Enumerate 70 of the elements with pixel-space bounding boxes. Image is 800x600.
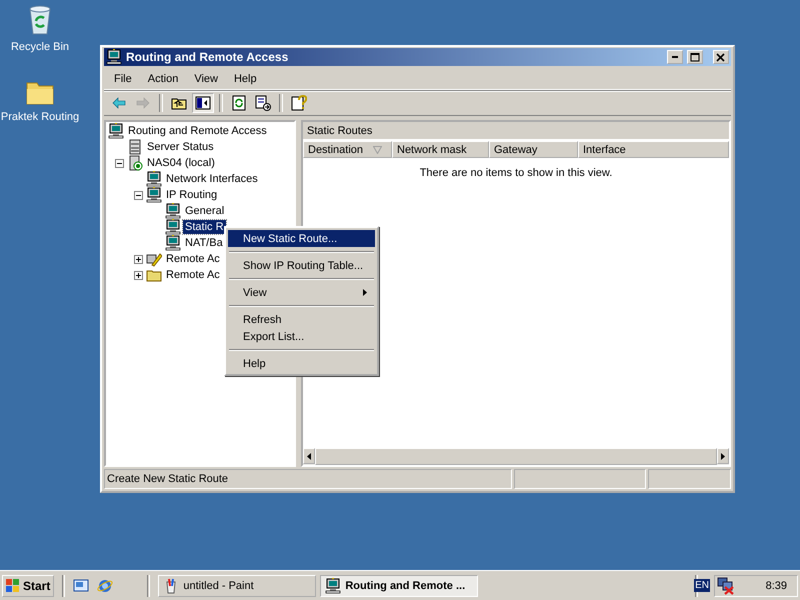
pane-title: Static Routes xyxy=(307,124,372,136)
menu-item[interactable]: Refresh xyxy=(228,311,375,328)
window-title: Routing and Remote Access xyxy=(126,50,290,64)
minimize-icon xyxy=(672,56,678,58)
tree-item[interactable]: NAT/Ba xyxy=(183,236,225,250)
menu-item[interactable]: View xyxy=(228,284,375,301)
computer-icon xyxy=(165,203,181,219)
computer-icon xyxy=(325,578,342,594)
scrollbar-thumb[interactable] xyxy=(314,448,718,465)
expander-icon[interactable] xyxy=(134,190,142,200)
computer-icon xyxy=(165,235,181,251)
desktop-icon-label[interactable]: Praktek Routing xyxy=(0,111,80,123)
computer-icon xyxy=(106,49,122,65)
desktop-icon-label[interactable]: Recycle Bin xyxy=(10,41,70,53)
clock[interactable]: 8:39 xyxy=(766,580,795,592)
computer-icon xyxy=(146,171,162,187)
show-desktop-icon[interactable] xyxy=(73,578,90,594)
computer-icon xyxy=(146,187,162,203)
network-error-icon[interactable] xyxy=(717,576,735,594)
right-arrow-icon xyxy=(721,452,726,460)
left-arrow-icon xyxy=(306,452,311,460)
tree-item[interactable]: Routing and Remote Access xyxy=(126,124,269,138)
tree-item[interactable]: NAS04 (local) xyxy=(145,156,217,170)
empty-message: There are no items to show in this view. xyxy=(420,167,612,179)
scroll-right-button[interactable] xyxy=(717,448,729,464)
help-icon[interactable] xyxy=(291,95,307,111)
submenu-arrow-icon xyxy=(363,289,367,296)
server-icon xyxy=(127,155,143,171)
expander-icon[interactable] xyxy=(134,254,142,264)
menu-item[interactable]: New Static Route... xyxy=(228,230,375,247)
column-header[interactable]: Destination xyxy=(303,141,392,158)
start-button[interactable]: Start xyxy=(2,574,54,596)
tree-item[interactable]: Network Interfaces xyxy=(164,172,260,186)
tree-item[interactable]: Server Status xyxy=(145,140,216,154)
menu-item[interactable]: File xyxy=(106,73,140,85)
menu-item[interactable]: Export List... xyxy=(228,328,375,345)
minimize-button[interactable] xyxy=(667,50,683,64)
scroll-left-button[interactable] xyxy=(303,448,315,464)
tree-item[interactable]: Remote Ac xyxy=(164,268,222,282)
close-button[interactable] xyxy=(713,50,729,64)
windows-flag-icon xyxy=(6,579,20,592)
tree-item[interactable]: General xyxy=(183,204,226,218)
column-header[interactable]: Gateway xyxy=(489,141,578,158)
expander-icon[interactable] xyxy=(134,270,142,280)
maximize-button[interactable] xyxy=(687,50,703,64)
status-text: Create New Static Route xyxy=(104,469,512,489)
computer-icon xyxy=(108,123,124,139)
column-header[interactable]: Interface xyxy=(578,141,729,158)
refresh-icon[interactable] xyxy=(231,95,247,111)
taskbar-button[interactable]: untitled - Paint xyxy=(158,574,316,596)
column-header[interactable]: Network mask xyxy=(392,141,489,158)
close-icon xyxy=(716,52,726,62)
taskbar-button[interactable]: Routing and Remote ... xyxy=(320,574,478,596)
language-indicator[interactable]: EN xyxy=(694,579,710,592)
tree-item[interactable]: Static R xyxy=(183,220,226,234)
menu-item[interactable]: Show IP Routing Table... xyxy=(228,257,375,274)
maximize-icon xyxy=(690,52,700,62)
export-list-icon[interactable] xyxy=(255,95,271,111)
menu-item[interactable]: Action xyxy=(140,73,186,85)
back-arrow-icon[interactable] xyxy=(111,95,127,111)
expander-icon[interactable] xyxy=(114,158,124,168)
browser-icon[interactable] xyxy=(97,578,114,594)
menu-item[interactable]: Help xyxy=(228,355,375,372)
tree-item[interactable]: Remote Ac xyxy=(164,252,222,266)
tree-item[interactable]: IP Routing xyxy=(164,188,220,202)
server-icon xyxy=(127,139,143,155)
menu-item[interactable]: Help xyxy=(226,73,265,85)
pencil-icon xyxy=(146,251,162,267)
computer-icon xyxy=(165,219,181,235)
menu-item[interactable]: View xyxy=(186,73,226,85)
